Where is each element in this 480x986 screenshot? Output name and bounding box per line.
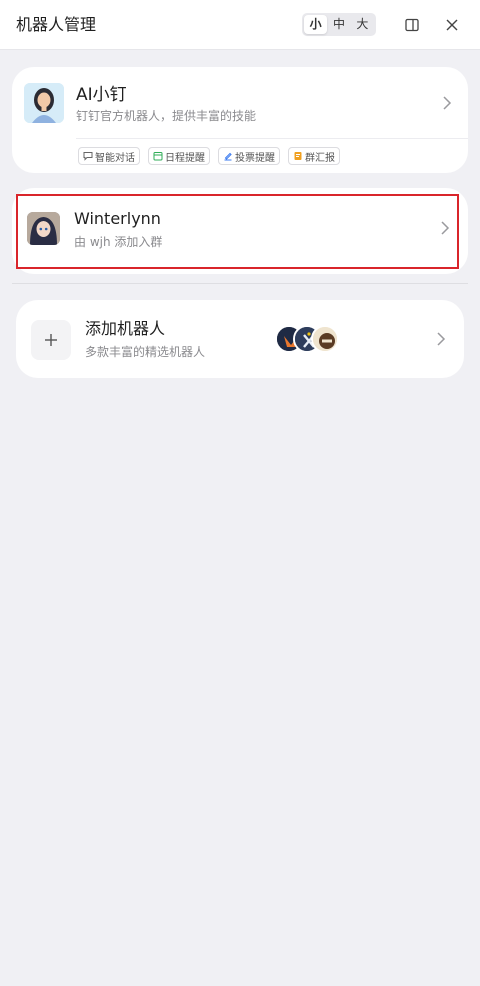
chevron-right-icon[interactable] [442, 95, 452, 111]
size-small-option[interactable]: 小 [304, 15, 328, 34]
calendar-icon [152, 151, 163, 162]
split-panel-icon [405, 18, 419, 32]
add-bot-description: 多款丰富的精选机器人 [85, 345, 206, 359]
featured-bot-name: AI小钉 [76, 85, 127, 105]
add-bot-title: 添加机器人 [85, 319, 166, 338]
chat-icon [82, 151, 93, 162]
size-large-option[interactable]: 大 [351, 15, 374, 34]
tag-label: 投票提醒 [235, 152, 275, 164]
tag-schedule-reminder[interactable]: 日程提醒 [148, 147, 210, 165]
sidebar-toggle-button[interactable] [402, 15, 422, 35]
tag-vote-reminder[interactable]: 投票提醒 [218, 147, 280, 165]
bot-added-by: 由 wjh 添加入群 [74, 235, 163, 249]
chevron-right-icon[interactable] [436, 331, 446, 347]
tag-group-report[interactable]: 群汇报 [288, 147, 340, 165]
bot-card-winterlynn[interactable] [12, 188, 468, 274]
size-medium-option[interactable]: 中 [327, 15, 350, 34]
featured-bot-tags: 智能对话 日程提醒 投票提醒 群汇报 [78, 147, 340, 165]
close-button[interactable] [442, 15, 462, 35]
bot-avatar-logo-icon [311, 325, 339, 353]
bot-name: Winterlynn [74, 209, 161, 228]
close-icon [446, 19, 458, 31]
add-bot-button[interactable] [31, 320, 71, 360]
featured-bot-description: 钉钉官方机器人，提供丰富的技能 [76, 109, 257, 123]
font-size-selector: 小 中 大 [302, 13, 376, 36]
featured-bot-avatars [275, 325, 339, 355]
plus-icon [45, 334, 57, 346]
tag-smart-chat[interactable]: 智能对话 [78, 147, 140, 165]
section-divider [12, 283, 468, 284]
tag-label: 智能对话 [95, 152, 135, 164]
card-divider [76, 138, 468, 139]
winterlynn-avatar [27, 212, 60, 245]
report-icon [292, 151, 303, 162]
add-bot-card[interactable] [16, 300, 464, 378]
page-title: 机器人管理 [16, 15, 97, 34]
header-bar: 机器人管理 小 中 大 [0, 0, 480, 50]
tag-label: 群汇报 [305, 152, 335, 164]
ai-xiaoding-avatar [24, 83, 64, 123]
chevron-right-icon[interactable] [440, 220, 450, 236]
tag-label: 日程提醒 [165, 152, 205, 164]
vote-icon [222, 151, 233, 162]
